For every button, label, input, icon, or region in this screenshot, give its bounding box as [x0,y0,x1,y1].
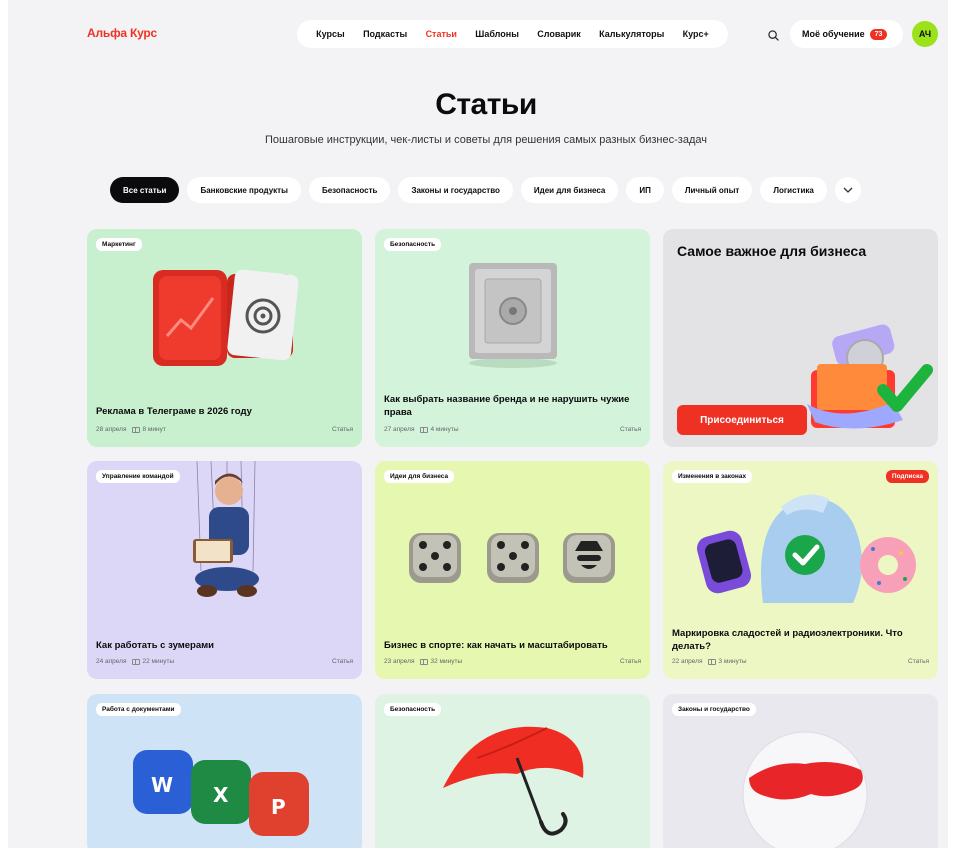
read-time-icon [419,658,428,665]
card-meta: 28 апреля 8 минут Статья [96,426,353,433]
filter-personal-experience[interactable]: Личный опыт [671,177,753,203]
card-title: Бизнес в спорте: как начать и масштабиро… [384,640,608,651]
chevron-down-icon [843,187,853,193]
filter-business-ideas[interactable]: Идеи для бизнеса [520,177,619,203]
nav-item-calculators[interactable]: Калькуляторы [599,29,664,39]
promo-title: Самое важное для бизнеса [677,243,867,259]
card-meta: 23 апреля 32 минуты Статья [384,658,641,665]
svg-text:X: X [213,783,229,807]
card-tag: Идеи для бизнеса [384,470,455,483]
card-duration: 8 минут [142,426,166,433]
card-title: Маркировка сладостей и радиоэлектроники.… [672,628,903,652]
card-meta: 24 апреля 22 минуты Статья [96,658,353,665]
top-nav: Курсы Подкасты Статьи Шаблоны Словарик К… [297,20,728,48]
card-duration: 32 минуты [430,658,463,665]
nav-item-templates[interactable]: Шаблоны [475,29,519,39]
nav-item-articles[interactable]: Статьи [426,29,457,39]
filter-ip[interactable]: ИП [626,177,664,203]
promo-card[interactable]: Самое важное для бизнеса Присоединиться [663,229,938,447]
card-date: 27 апреля [384,426,415,433]
join-button[interactable]: Присоединиться [677,405,807,435]
card-date: 23 апреля [384,658,415,665]
card-duration: 4 минуты [430,426,459,433]
umbrella-illustration [443,726,584,836]
logo[interactable]: Альфа Курс [87,26,157,40]
marketing-illustration [153,269,299,366]
card-tag: Маркетинг [96,238,142,251]
search-button[interactable] [762,24,784,46]
article-card[interactable]: Безопасность Как выбрать название бренда… [375,229,650,447]
read-time-icon [131,658,140,665]
filter-all[interactable]: Все статьи [110,177,180,203]
filter-law[interactable]: Законы и государство [398,177,513,203]
article-card[interactable]: Безопасность [375,694,650,848]
card-duration: 22 минуты [142,658,175,665]
card-title: Реклама в Телеграме в 2026 году [96,406,252,417]
article-card[interactable]: Маркетинг Реклама в Телеграме в 2026 год… [87,229,362,447]
article-card[interactable]: Работа с документами W X P [87,694,362,848]
dice-illustration [409,533,615,583]
category-filters: Все статьи Банковские продукты Безопасно… [110,177,861,203]
card-tag: Работа с документами [96,703,181,716]
nav-item-courses[interactable]: Курсы [316,29,345,39]
card-date: 22 апреля [672,658,703,665]
filter-banking[interactable]: Банковские продукты [187,177,301,203]
page: Альфа Курс Курсы Подкасты Статьи Шаблоны… [0,0,956,848]
article-card[interactable]: Управление командой Как работать с зумер… [87,461,362,679]
card-meta: 22 апреля 3 минуты Статья [672,658,929,665]
svg-text:W: W [151,773,173,797]
card-tag: Изменения в законах [672,470,753,483]
card-meta: 27 апреля 4 минуты Статья [384,426,641,433]
card-type: Статья [620,426,641,433]
puppet-illustration [193,461,259,597]
filters-more-button[interactable] [834,177,861,203]
page-subtitle: Пошаговые инструкции, чек-листы и советы… [265,134,707,146]
svg-text:P: P [271,795,286,819]
card-date: 24 апреля [96,658,127,665]
card-type: Статья [620,658,641,665]
card-type: Статья [908,658,929,665]
article-card[interactable]: Изменения в законах Подписка Маркировка … [663,461,938,679]
office-apps-illustration: W X P [133,750,309,836]
checkmark-folder-illustration [807,324,933,429]
my-learning-label: Моё обучение [802,29,865,39]
card-duration: 3 минуты [718,658,747,665]
nav-item-glossary[interactable]: Словарик [537,29,581,39]
card-type: Статья [332,426,353,433]
article-card[interactable]: Идеи для бизнеса Бизнес в спорте: как на… [375,461,650,679]
search-icon [767,29,779,41]
nav-item-course-plus[interactable]: Курс+ [683,29,709,39]
avatar[interactable]: АЧ [912,21,938,47]
card-tag: Безопасность [384,238,442,251]
nav-item-podcasts[interactable]: Подкасты [363,29,407,39]
safe-illustration [469,263,557,368]
subscription-badge: Подписка [885,470,929,483]
my-learning-button[interactable]: Моё обучение 73 [790,20,903,48]
kettle-illustration [696,494,916,603]
globe-illustration [742,731,868,848]
learning-count-badge: 73 [869,28,888,40]
read-time-icon [419,426,428,433]
page-title: Статьи [435,88,537,121]
card-title: Как работать с зумерами [96,640,215,651]
card-tag: Безопасность [384,703,442,716]
card-date: 28 апреля [96,426,127,433]
read-time-icon [131,426,140,433]
filter-security[interactable]: Безопасность [308,177,391,203]
article-card[interactable]: Законы и государство [663,694,938,848]
card-tag: Законы и государство [672,703,756,716]
card-title: Как выбрать название бренда и не нарушит… [384,394,630,418]
card-type: Статья [332,658,353,665]
read-time-icon [707,658,716,665]
filter-logistics[interactable]: Логистика [760,177,827,203]
